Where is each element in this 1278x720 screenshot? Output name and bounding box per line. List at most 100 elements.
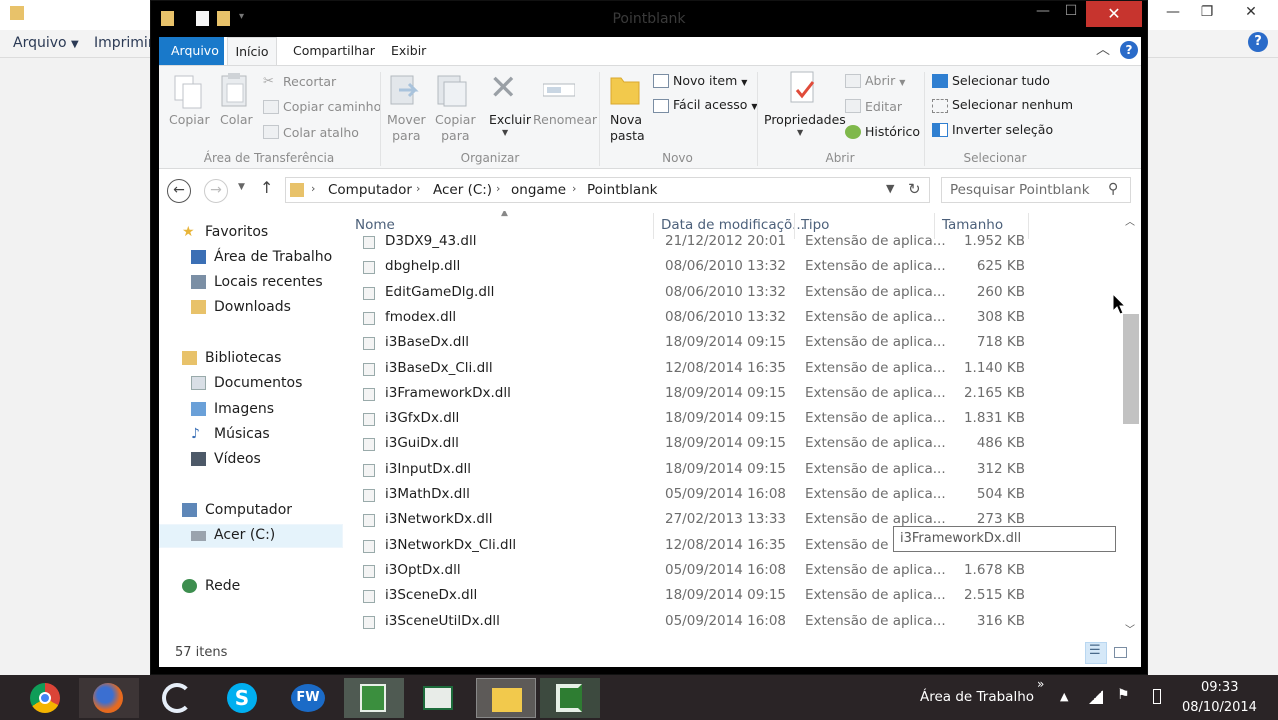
address-bar[interactable]: › Computador › Acer (C:) › ongame › Poin… bbox=[285, 177, 930, 203]
vertical-scrollbar[interactable]: ︿ ﹀ bbox=[1121, 211, 1141, 639]
nav-downloads-label: Downloads bbox=[214, 299, 291, 315]
taskbar-camtasia-icon[interactable] bbox=[344, 678, 404, 718]
tray-chevron-icon[interactable]: » bbox=[1037, 677, 1044, 691]
back-button[interactable]: ← bbox=[167, 179, 191, 203]
table-row[interactable]: EditGameDlg.dll 08/06/2010 13:32 Extensão … bbox=[355, 280, 1121, 305]
collapse-ribbon-icon[interactable]: ︿ bbox=[1096, 39, 1110, 59]
taskbar-app-c-icon[interactable] bbox=[148, 678, 208, 718]
refresh-icon[interactable]: ↻ bbox=[908, 180, 921, 198]
table-row[interactable]: i3InputDx.dll 18/09/2014 09:15 Extensão de… bbox=[355, 457, 1121, 482]
bg-menu-arquivo[interactable]: Arquivo ▼ bbox=[13, 35, 79, 51]
copy-to-label-2: para bbox=[441, 128, 470, 143]
file-date: 08/06/2010 13:32 bbox=[665, 258, 787, 275]
copy-button[interactable]: Copiar bbox=[169, 112, 210, 127]
recent-places-icon bbox=[191, 275, 206, 289]
table-row[interactable]: fmodex.dll 08/06/2010 13:32 Extensão de ap… bbox=[355, 305, 1121, 330]
dll-file-icon bbox=[363, 564, 375, 578]
copy-to-button[interactable]: Copiar para bbox=[435, 112, 476, 144]
minimize-button[interactable]: — bbox=[1031, 3, 1055, 27]
table-row[interactable]: dbghelp.dll 08/06/2010 13:32 Extensão de a… bbox=[355, 254, 1121, 279]
table-row[interactable]: i3GfxDx.dll 18/09/2014 09:15 Extensão de a… bbox=[355, 406, 1121, 431]
taskbar-chrome-icon[interactable] bbox=[17, 678, 77, 718]
item-count: 57 itens bbox=[175, 645, 228, 660]
taskbar-explorer-icon[interactable] bbox=[476, 678, 536, 718]
search-input[interactable]: Pesquisar Pointblank ⚲ bbox=[941, 177, 1131, 203]
file-name: D3DX9_43.dll bbox=[385, 233, 477, 249]
table-row[interactable]: i3FrameworkDx.dll 18/09/2014 09:15 Extensã… bbox=[355, 381, 1121, 406]
table-row[interactable]: i3BaseDx_Cli.dll 12/08/2014 16:35 Extensão… bbox=[355, 356, 1121, 381]
table-row[interactable]: D3DX9_43.dll 21/12/2012 20:01 Extensão de … bbox=[355, 229, 1121, 254]
maximize-button[interactable]: ☐ bbox=[1059, 3, 1083, 27]
large-icons-view-button[interactable] bbox=[1109, 642, 1131, 664]
dll-file-icon bbox=[363, 236, 375, 249]
nav-drive-label: Acer (C:) bbox=[214, 527, 276, 543]
bg-maximize-button[interactable]: ❐ bbox=[1196, 4, 1218, 22]
help-icon[interactable]: ? bbox=[1248, 32, 1268, 52]
bg-minimize-button[interactable]: — bbox=[1162, 4, 1184, 22]
move-to-button[interactable]: Mover para bbox=[387, 112, 426, 144]
new-item-button[interactable]: Novo item ▼ bbox=[673, 73, 747, 88]
clock-date[interactable]: 08/10/2014 bbox=[1182, 700, 1257, 715]
breadcrumb-pointblank[interactable]: Pointblank bbox=[587, 182, 658, 198]
table-row[interactable]: i3SceneDx.dll 18/09/2014 09:15 Extensão de… bbox=[355, 583, 1121, 608]
action-center-flag-icon[interactable]: ⚑ bbox=[1117, 687, 1130, 703]
taskbar-camtasia-recorder-icon[interactable] bbox=[540, 678, 600, 718]
close-button[interactable]: ✕ bbox=[1086, 1, 1142, 27]
paste-button[interactable]: Colar bbox=[220, 112, 253, 127]
search-icon: ⚲ bbox=[1108, 181, 1119, 197]
scrollbar-thumb[interactable] bbox=[1123, 314, 1139, 424]
tab-exibir[interactable]: Exibir bbox=[379, 37, 438, 65]
up-arrow-icon[interactable]: ↑ bbox=[260, 178, 273, 197]
table-row[interactable]: i3OptDx.dll 05/09/2014 16:08 Extensão de a… bbox=[355, 558, 1121, 583]
edit-button[interactable]: Editar bbox=[865, 99, 902, 114]
show-hidden-icons-icon[interactable]: ▲ bbox=[1060, 690, 1068, 703]
table-row[interactable]: i3SceneUtilDx.dll 05/09/2014 16:08 Extensã… bbox=[355, 609, 1121, 634]
new-folder-icon bbox=[610, 77, 640, 105]
computer-icon bbox=[182, 503, 197, 517]
breadcrumb-acer[interactable]: Acer (C:) bbox=[433, 182, 492, 198]
nav-videos-label: Vídeos bbox=[214, 451, 261, 467]
select-all-button[interactable]: Selecionar tudo bbox=[952, 73, 1050, 88]
nav-libraries-label: Bibliotecas bbox=[205, 350, 282, 366]
table-row[interactable]: i3BaseDx.dll 18/09/2014 09:15 Extensão de … bbox=[355, 330, 1121, 355]
clock-time[interactable]: 09:33 bbox=[1201, 680, 1238, 695]
new-folder-button[interactable]: Nova pasta bbox=[610, 112, 645, 144]
tray-desktop-label[interactable]: Área de Trabalho bbox=[920, 689, 1034, 705]
taskbar-firefox-icon[interactable] bbox=[79, 678, 139, 718]
taskbar-window-icon[interactable] bbox=[409, 678, 469, 718]
scroll-up-icon[interactable]: ︿ bbox=[1125, 213, 1135, 228]
details-view-button[interactable]: ☰ bbox=[1085, 642, 1107, 664]
taskbar-fw-icon[interactable]: FW bbox=[279, 678, 339, 718]
easy-access-button[interactable]: Fácil acesso ▼ bbox=[673, 97, 758, 112]
invert-selection-button[interactable]: Inverter seleção bbox=[952, 122, 1053, 137]
properties-button[interactable]: Propriedades bbox=[764, 112, 846, 127]
delete-button[interactable]: Excluir bbox=[489, 112, 531, 127]
tab-inicio[interactable]: Início bbox=[227, 37, 277, 65]
file-name: i3FrameworkDx.dll bbox=[385, 384, 511, 401]
tab-arquivo[interactable]: Arquivo bbox=[159, 37, 224, 65]
breadcrumb-ongame[interactable]: ongame bbox=[511, 182, 566, 198]
select-all-icon bbox=[932, 74, 948, 88]
table-row[interactable]: i3MathDx.dll 05/09/2014 16:08 Extensão de … bbox=[355, 482, 1121, 507]
file-date: 12/08/2014 16:35 bbox=[665, 359, 787, 376]
select-none-button[interactable]: Selecionar nenhum bbox=[952, 97, 1073, 112]
help-icon[interactable]: ? bbox=[1120, 41, 1138, 59]
bg-close-button[interactable]: ✕ bbox=[1240, 4, 1262, 22]
cut-button[interactable]: Recortar bbox=[283, 74, 336, 89]
paste-icon bbox=[221, 73, 247, 107]
open-button[interactable]: Abrir ▼ bbox=[865, 73, 905, 88]
rename-button[interactable]: Renomear bbox=[533, 112, 597, 127]
forward-button[interactable]: → bbox=[204, 179, 228, 203]
recent-locations-chevron-icon[interactable]: ▼ bbox=[238, 182, 245, 192]
table-row[interactable]: i3GuiDx.dll 18/09/2014 09:15 Extensão de a… bbox=[355, 431, 1121, 456]
easy-access-label: Fácil acesso bbox=[673, 97, 748, 112]
breadcrumb-computador[interactable]: Computador bbox=[328, 182, 412, 198]
bg-menu-imprimir[interactable]: Imprimir bbox=[94, 35, 154, 51]
taskbar-skype-icon[interactable]: S bbox=[213, 678, 273, 718]
address-history-chevron-icon[interactable]: ▼ bbox=[886, 182, 894, 195]
scroll-down-icon[interactable]: ﹀ bbox=[1125, 621, 1135, 636]
tab-compartilhar[interactable]: Compartilhar bbox=[281, 37, 387, 65]
copy-path-button[interactable]: Copiar caminho bbox=[283, 99, 381, 114]
paste-shortcut-button[interactable]: Colar atalho bbox=[283, 125, 359, 140]
history-button[interactable]: Histórico bbox=[865, 124, 920, 139]
